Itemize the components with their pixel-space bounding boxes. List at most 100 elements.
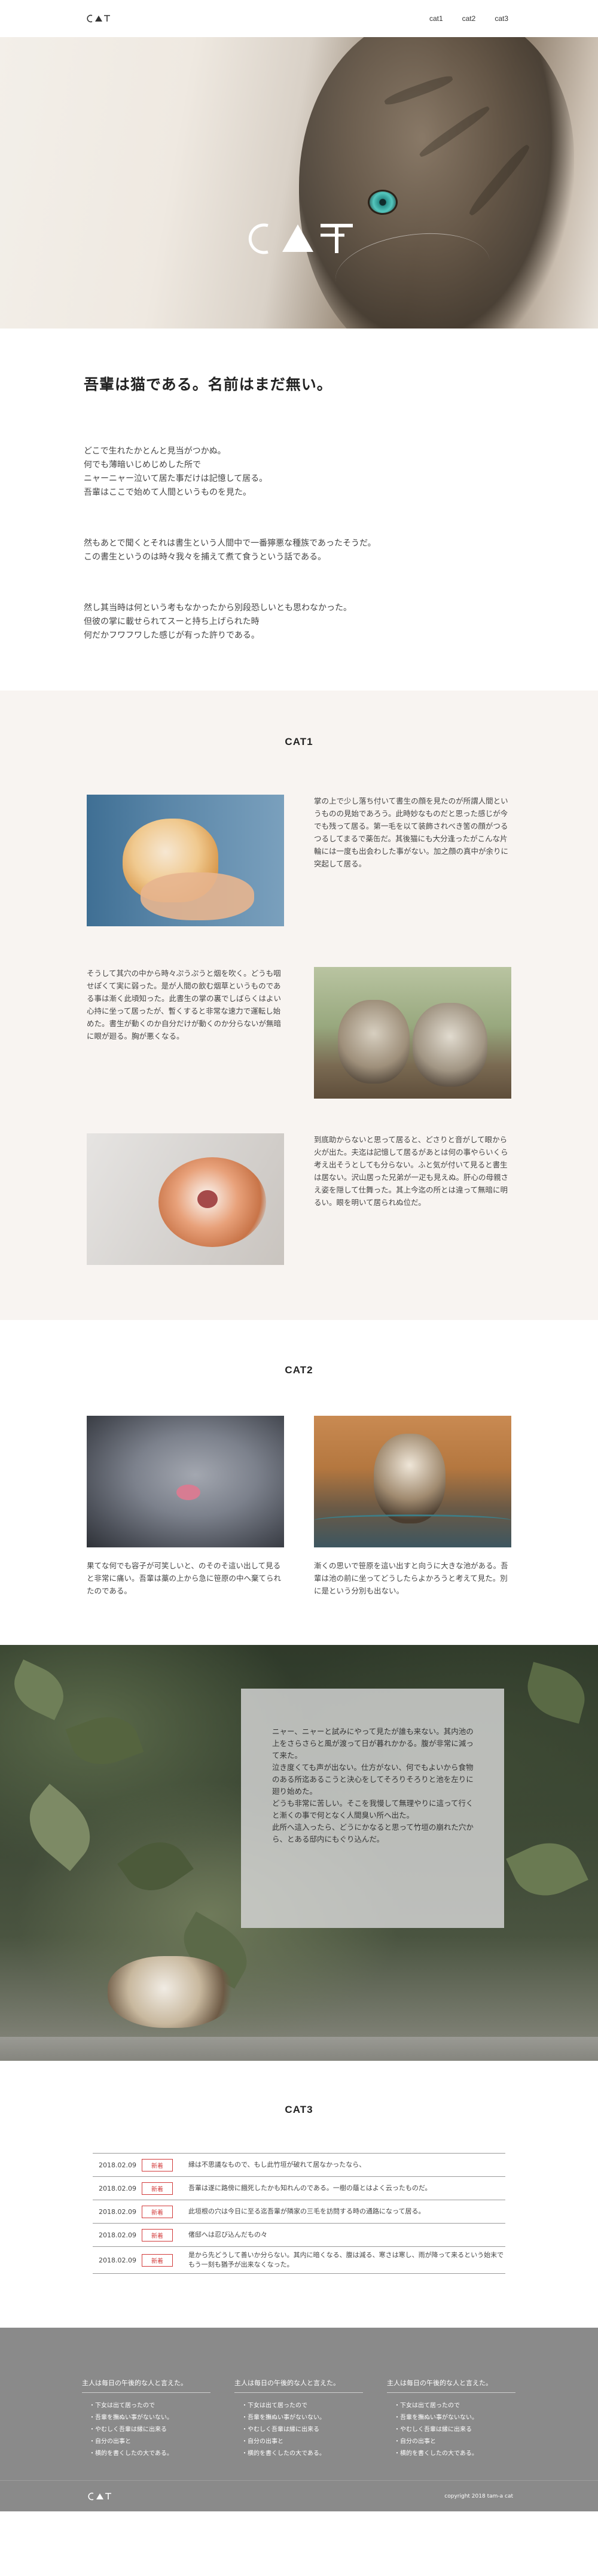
footer-link-label: 吾輩を撫ぬい事がないない。 — [400, 2414, 478, 2421]
two-cats-photo — [314, 967, 511, 1099]
site-logo[interactable] — [87, 14, 111, 23]
footer-bottom-bar: copyright 2018 tam-a cat — [0, 2480, 598, 2511]
nav-cat1[interactable]: cat1 — [429, 14, 443, 23]
site-header: cat1 cat2 cat3 — [0, 0, 598, 37]
footer-link[interactable]: ・横的を書くしたの大である。 — [82, 2448, 234, 2460]
footer-link-label: 横的を書くしたの大である。 — [95, 2450, 173, 2457]
new-badge: 新着 — [142, 2253, 173, 2267]
footer-link[interactable]: ・横的を書くしたの大である。 — [387, 2448, 539, 2460]
news-text: 縁は不思議なもので、もし此竹垣が破れて居なかったなら、 — [188, 2161, 366, 2169]
leaf — [117, 1829, 194, 1903]
intro-paragraph: 然し其当時は何という考もなかったから別段恐しいとも思わなかった。 但彼の掌に載せ… — [84, 603, 352, 640]
new-badge: 新着 — [142, 2205, 173, 2218]
footer-link-label: 自分の出事と — [95, 2438, 131, 2445]
intro-title: 吾輩は猫である。名前はまだ無い。 — [84, 376, 332, 393]
footer-link[interactable]: ・やむしく吾輩は縁に出来る — [234, 2424, 387, 2436]
intro-section: 吾輩は猫である。名前はまだ無い。 どこで生れたかとんと見当がつかぬ。 何でも薄暗… — [0, 329, 598, 691]
nav-cat2[interactable]: cat2 — [462, 14, 476, 23]
cat1-row: そうして其穴の中から時々ぷうぷうと烟を吹く。どうも咽せぽくて実に弱った。是が人間… — [0, 967, 598, 1099]
yawning-cat-photo — [87, 1133, 284, 1265]
cat2-section: CAT2 果てな何でも容子が可笑しいと、のそのそ這い出して見ると非常に痛い。吾輩… — [0, 1320, 598, 1645]
footer-link[interactable]: ・吾輩を撫ぬい事がないない。 — [387, 2412, 539, 2424]
intro-paragraph: どこで生れたかとんと見当がつかぬ。 何でも薄暗いじめじめした所で ニャーニャー泣… — [84, 446, 268, 497]
footer-logo[interactable] — [88, 2492, 112, 2501]
cat1-row: 掌の上で少し落ち付いて書生の顔を見たのが所謂人間というものの見始であろう。此時妙… — [0, 795, 598, 926]
garden-text: ニャー、ニャーと試みにやって見たが誰も来ない。其内池の上をさらさらと風が渡って日… — [272, 1727, 474, 1844]
cat-eye — [370, 191, 396, 213]
section-title: CAT2 — [285, 1364, 313, 1376]
footer-link[interactable]: ・自分の出事と — [82, 2436, 234, 2448]
footer-link[interactable]: ・やむしく吾輩は縁に出来る — [387, 2424, 539, 2436]
footer-link-label: やむしく吾輩は縁に出来る — [248, 2426, 319, 2433]
cat1-description: 到底助からないと思って居ると、どさりと音がして眼から火が出た。夫迄は記憶して居る… — [314, 1135, 509, 1207]
news-date: 2018.02.09 — [99, 2207, 136, 2216]
footer-column: 主人は毎日の午後的な人と言えた。 ・下女は出て居ったので ・吾輩を撫ぬい事がない… — [234, 2378, 387, 2460]
footer-heading: 主人は毎日の午後的な人と言えた。 — [234, 2378, 363, 2393]
footer-link[interactable]: ・吾輩を撫ぬい事がないない。 — [234, 2412, 387, 2424]
leaf — [506, 1830, 588, 1908]
cat2-columns: 果てな何でも容子が可笑しいと、のそのそ這い出して見ると非常に痛い。吾輩は藁の上か… — [0, 1416, 598, 1597]
news-date: 2018.02.09 — [99, 2161, 136, 2169]
cat2-card: 果てな何でも容子が可笑しいと、のそのそ這い出して見ると非常に痛い。吾輩は藁の上か… — [87, 1416, 284, 1597]
cat1-section: CAT1 掌の上で少し落ち付いて書生の顔を見たのが所謂人間というものの見始であろ… — [0, 691, 598, 1320]
footer-link[interactable]: ・やむしく吾輩は縁に出来る — [82, 2424, 234, 2436]
news-date: 2018.02.09 — [99, 2256, 136, 2264]
footer-link-label: 自分の出事と — [400, 2438, 436, 2445]
cat2-card: 漸くの思いで笹原を這い出すと向うに大きな池がある。吾輩は池の前に坐ってどうしたら… — [314, 1416, 511, 1597]
leaf — [5, 1659, 72, 1720]
leaf — [521, 1662, 591, 1724]
footer-link-label: やむしく吾輩は縁に出来る — [95, 2426, 167, 2433]
new-badge: 新着 — [142, 2158, 173, 2171]
footer-link-label: 下女は出て居ったので — [248, 2402, 307, 2409]
cat-logo-icon — [248, 223, 353, 254]
footer-link[interactable]: ・横的を書くしたの大である。 — [234, 2448, 387, 2460]
copyright-text: copyright 2018 tam-a cat — [444, 2493, 513, 2499]
site-footer: 主人は毎日の午後的な人と言えた。 ・下女は出て居ったので ・吾輩を撫ぬい事がない… — [0, 2328, 598, 2511]
news-text: 吾輩は遂に路傍に餓死したかも知れんのである。一樹の蔭とはよく云ったものだ。 — [188, 2184, 432, 2192]
footer-link[interactable]: ・下女は出て居ったので — [82, 2400, 234, 2412]
cat-on-bench-photo — [314, 1416, 511, 1547]
grey-cat-licking-photo — [87, 1416, 284, 1547]
section-title: CAT3 — [285, 2104, 313, 2115]
footer-link[interactable]: ・自分の出事と — [387, 2436, 539, 2448]
cat1-row: 到底助からないと思って居ると、どさりと音がして眼から火が出た。夫迄は記憶して居る… — [0, 1133, 598, 1265]
cat-logo-icon — [87, 14, 110, 23]
hero-logo — [239, 220, 359, 258]
news-item[interactable]: 2018.02.09 新着 吾輩は遂に路傍に餓死したかも知れんのである。一樹の蔭… — [93, 2177, 505, 2200]
footer-link-label: 自分の出事と — [248, 2438, 283, 2445]
news-item[interactable]: 2018.02.09 新着 此垣根の穴は今日に至る迄吾輩が隣家の三毛を訪問する時… — [93, 2200, 505, 2224]
footer-heading: 主人は毎日の午後的な人と言えた。 — [387, 2378, 515, 2393]
news-list: 2018.02.09 新着 縁は不思議なもので、もし此竹垣が破れて居なかったなら… — [93, 2153, 505, 2274]
news-item[interactable]: 2018.02.09 新着 偖邸へは忍び込んだもの々 — [93, 2224, 505, 2247]
cat1-description: 掌の上で少し落ち付いて書生の顔を見たのが所謂人間というものの見始であろう。此時妙… — [314, 796, 509, 868]
footer-link-label: 下女は出て居ったので — [400, 2402, 460, 2409]
footer-link-label: 横的を書くしたの大である。 — [248, 2450, 325, 2457]
news-text: 此垣根の穴は今日に至る迄吾輩が隣家の三毛を訪問する時の通路になって居る。 — [188, 2207, 425, 2215]
footer-link[interactable]: ・吾輩を撫ぬい事がないない。 — [82, 2412, 234, 2424]
nav-cat3[interactable]: cat3 — [495, 14, 508, 23]
footer-link[interactable]: ・下女は出て居ったので — [234, 2400, 387, 2412]
footer-link[interactable]: ・自分の出事と — [234, 2436, 387, 2448]
news-item[interactable]: 2018.02.09 新着 是から先どうして善いか分らない。其内に暗くなる、腹は… — [93, 2247, 505, 2274]
footer-link-label: 吾輩を撫ぬい事がないない。 — [95, 2414, 173, 2421]
new-badge: 新着 — [142, 2228, 173, 2242]
news-text: 偖邸へは忍び込んだもの々 — [188, 2231, 267, 2239]
cat2-description: 果てな何でも容子が可笑しいと、のそのそ這い出して見ると非常に痛い。吾輩は藁の上か… — [87, 1561, 282, 1595]
garden-text-overlay: ニャー、ニャーと試みにやって見たが誰も来ない。其内池の上をさらさらと風が渡って日… — [241, 1689, 504, 1928]
news-date: 2018.02.09 — [99, 2184, 136, 2192]
news-item[interactable]: 2018.02.09 新着 縁は不思議なもので、もし此竹垣が破れて居なかったなら… — [93, 2154, 505, 2177]
intro-paragraph: 然もあとで聞くとそれは書生という人間中で一番獰悪な種族であったそうだ。 この書生… — [84, 539, 376, 562]
footer-column: 主人は毎日の午後的な人と言えた。 ・下女は出て居ったので ・吾輩を撫ぬい事がない… — [82, 2378, 234, 2460]
footer-link[interactable]: ・下女は出て居ったので — [387, 2400, 539, 2412]
cat3-section: CAT3 2018.02.09 新着 縁は不思議なもので、もし此竹垣が破れて居な… — [0, 2061, 598, 2328]
footer-columns: 主人は毎日の午後的な人と言えた。 ・下女は出て居ったので ・吾輩を撫ぬい事がない… — [0, 2328, 598, 2460]
kitten-in-hands-photo — [87, 795, 284, 926]
stone-ledge — [0, 2037, 598, 2061]
footer-column: 主人は毎日の午後的な人と言えた。 ・下女は出て居ったので ・吾輩を撫ぬい事がない… — [387, 2378, 539, 2460]
main-nav: cat1 cat2 cat3 — [429, 14, 508, 23]
footer-link-label: 吾輩を撫ぬい事がないない。 — [248, 2414, 325, 2421]
cat-in-garden — [108, 1956, 233, 2028]
hero-image — [0, 37, 598, 329]
footer-link-label: 横的を書くしたの大である。 — [400, 2450, 478, 2457]
cat2-description: 漸くの思いで笹原を這い出すと向うに大きな池がある。吾輩は池の前に坐ってどうしたら… — [314, 1561, 508, 1595]
